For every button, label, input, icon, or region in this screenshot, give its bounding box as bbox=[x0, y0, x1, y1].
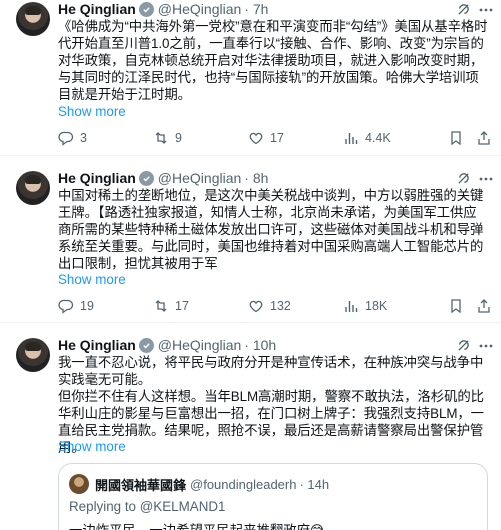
tweet-time[interactable]: · 10h bbox=[244, 337, 276, 353]
repost-count: 9 bbox=[175, 131, 182, 145]
action-bar: 3 9 17 4.4K bbox=[58, 130, 490, 148]
author-handle[interactable]: @HeQinglian bbox=[158, 337, 241, 353]
action-bar-right bbox=[448, 298, 492, 314]
like-button[interactable]: 17 bbox=[248, 130, 284, 146]
reply-icon bbox=[58, 131, 74, 146]
tweet-2[interactable]: He Qinglian @HeQinglian · 8h 中国对稀土的垄断地位，… bbox=[0, 157, 501, 323]
author-name[interactable]: He Qinglian bbox=[58, 170, 136, 186]
author-handle[interactable]: @HeQinglian bbox=[158, 170, 241, 186]
like-count: 132 bbox=[270, 299, 291, 313]
avatar[interactable] bbox=[16, 338, 50, 372]
view-count: 4.4K bbox=[365, 131, 391, 145]
avatar[interactable] bbox=[16, 2, 50, 36]
show-more-link[interactable]: Show more bbox=[58, 104, 126, 119]
quoted-author-name[interactable]: 開國領袖華國鋒 bbox=[95, 475, 186, 494]
more-icon[interactable] bbox=[477, 338, 495, 354]
quoted-tweet-text: 一边炸平民，一边希望平民起来推翻政府😅 bbox=[69, 519, 324, 530]
repost-icon bbox=[155, 132, 167, 144]
reply-count: 19 bbox=[80, 299, 94, 313]
tweet-time[interactable]: · 8h bbox=[244, 170, 268, 186]
quoted-tweet-header: 開國領袖華國鋒 @foundingleaderh · 14h bbox=[69, 474, 329, 494]
tweet-text: 《哈佛成为“中共海外第一党校”意在和平演变而非“勾结”》美国从基辛格时代开始直至… bbox=[58, 19, 488, 102]
action-bar-right bbox=[448, 130, 492, 146]
reply-button[interactable]: 3 bbox=[58, 130, 87, 146]
views-button[interactable]: 18K bbox=[343, 298, 387, 314]
action-bar: 19 17 132 18K bbox=[58, 298, 490, 316]
grok-icon[interactable] bbox=[456, 2, 471, 17]
grok-icon[interactable] bbox=[456, 171, 471, 186]
reply-icon bbox=[58, 299, 74, 314]
tweet-header: He Qinglian @HeQinglian · 7h bbox=[58, 0, 493, 18]
reply-count: 3 bbox=[80, 131, 87, 145]
replying-to-label: Replying to @KELMAND1 bbox=[69, 499, 226, 514]
bookmark-icon[interactable] bbox=[448, 298, 464, 314]
tweet-text: 中国对稀土的垄断地位，是这次中美关税战中谈判，中方以弱胜强的关键王牌。【路透社独… bbox=[58, 188, 484, 271]
reply-button[interactable]: 19 bbox=[58, 298, 94, 314]
verified-badge-icon bbox=[138, 170, 154, 186]
views-icon bbox=[345, 301, 358, 312]
heart-icon bbox=[249, 132, 263, 145]
tweet-header: He Qinglian @HeQinglian · 8h bbox=[58, 169, 493, 187]
like-count: 17 bbox=[270, 131, 284, 145]
show-more-link[interactable]: Show more bbox=[58, 439, 126, 454]
views-button[interactable]: 4.4K bbox=[343, 130, 391, 146]
avatar[interactable] bbox=[16, 171, 50, 205]
grok-icon[interactable] bbox=[456, 338, 471, 353]
more-icon[interactable] bbox=[477, 2, 495, 18]
tweet-header: He Qinglian @HeQinglian · 10h bbox=[58, 336, 493, 354]
author-name[interactable]: He Qinglian bbox=[58, 337, 136, 353]
author-handle[interactable]: @HeQinglian bbox=[158, 1, 241, 17]
repost-count: 17 bbox=[175, 299, 189, 313]
quoted-tweet[interactable]: 開國領袖華國鋒 @foundingleaderh · 14h Replying … bbox=[58, 463, 488, 530]
bookmark-icon[interactable] bbox=[448, 130, 464, 146]
more-icon[interactable] bbox=[477, 171, 495, 187]
show-more-link[interactable]: Show more bbox=[58, 272, 126, 287]
like-button[interactable]: 132 bbox=[248, 298, 291, 314]
views-icon bbox=[345, 133, 358, 144]
repost-button[interactable]: 9 bbox=[153, 130, 182, 146]
heart-icon bbox=[249, 300, 263, 313]
author-name[interactable]: He Qinglian bbox=[58, 1, 136, 17]
quoted-avatar[interactable] bbox=[69, 474, 89, 494]
quoted-author-handle[interactable]: @foundingleaderh bbox=[190, 477, 296, 492]
repost-button[interactable]: 17 bbox=[153, 298, 189, 314]
tweet-1[interactable]: He Qinglian @HeQinglian · 7h 《哈佛成为“中共海外第… bbox=[0, 0, 501, 156]
verified-badge-icon bbox=[138, 1, 154, 17]
tweet-time[interactable]: · 7h bbox=[244, 1, 268, 17]
repost-icon bbox=[155, 300, 167, 312]
share-icon[interactable] bbox=[476, 130, 492, 146]
quoted-tweet-time[interactable]: · 14h bbox=[299, 477, 329, 492]
verified-badge-icon bbox=[138, 337, 154, 353]
share-icon[interactable] bbox=[476, 298, 492, 314]
view-count: 18K bbox=[365, 299, 388, 313]
